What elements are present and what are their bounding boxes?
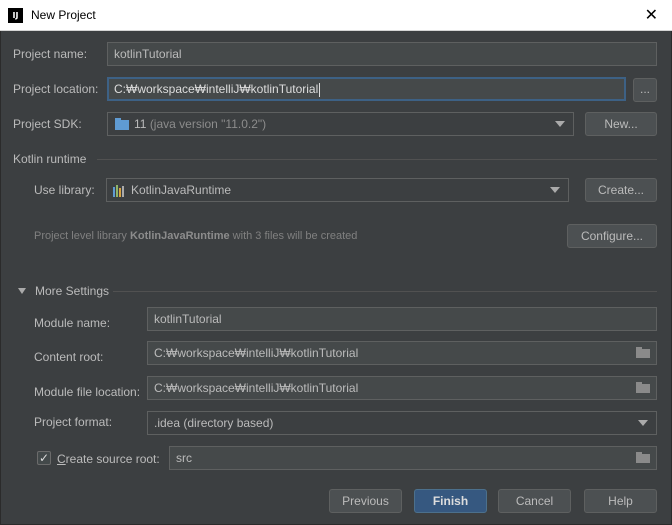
section-divider bbox=[97, 159, 657, 160]
create-source-root-checkbox[interactable]: ✓ bbox=[37, 451, 51, 465]
use-library-select[interactable]: KotlinJavaRuntime bbox=[106, 178, 569, 202]
module-name-input[interactable]: kotlinTutorial bbox=[147, 307, 657, 331]
project-location-label: Project location: bbox=[13, 82, 99, 96]
project-format-value: .idea (directory based) bbox=[154, 416, 274, 430]
intellij-app-icon: IJ bbox=[8, 8, 23, 23]
new-project-dialog: Project name: kotlinTutorial Project loc… bbox=[0, 31, 672, 525]
source-root-value: src bbox=[176, 451, 192, 465]
folder-icon[interactable] bbox=[636, 382, 650, 393]
library-info-text: Project level library KotlinJavaRuntime … bbox=[34, 230, 358, 242]
source-root-input[interactable]: src bbox=[169, 446, 657, 470]
project-sdk-select[interactable]: 11 (java version "11.0.2") bbox=[107, 112, 574, 136]
content-root-label: Content root: bbox=[34, 350, 104, 364]
library-value: KotlinJavaRuntime bbox=[131, 183, 232, 197]
content-root-input[interactable]: C:₩workspace₩intelliJ₩kotlinTutorial bbox=[147, 341, 657, 365]
chevron-down-icon bbox=[638, 420, 648, 426]
module-file-location-value: C:₩workspace₩intelliJ₩kotlinTutorial bbox=[154, 381, 359, 395]
project-format-label: Project format: bbox=[34, 415, 113, 429]
project-location-value: C:₩workspace₩intelliJ₩kotlinTutorial bbox=[114, 82, 319, 96]
more-settings-heading[interactable]: More Settings bbox=[35, 284, 109, 298]
configure-button[interactable]: Configure... bbox=[567, 224, 657, 248]
help-button[interactable]: Help bbox=[584, 489, 657, 513]
create-library-button[interactable]: Create... bbox=[585, 178, 657, 202]
project-sdk-label: Project SDK: bbox=[13, 117, 82, 131]
module-name-label: Module name: bbox=[34, 316, 111, 330]
text-caret bbox=[319, 82, 321, 97]
browse-location-button[interactable]: ... bbox=[633, 78, 657, 102]
project-format-select[interactable]: .idea (directory based) bbox=[147, 411, 657, 435]
project-name-input[interactable]: kotlinTutorial bbox=[107, 42, 657, 66]
kotlin-runtime-heading: Kotlin runtime bbox=[13, 152, 87, 166]
finish-button[interactable]: Finish bbox=[414, 489, 487, 513]
chevron-down-icon bbox=[550, 187, 560, 193]
folder-icon[interactable] bbox=[636, 347, 650, 358]
sdk-version: 11 bbox=[134, 117, 147, 131]
content-root-value: C:₩workspace₩intelliJ₩kotlinTutorial bbox=[154, 346, 359, 360]
sdk-detail: (java version "11.0.2") bbox=[149, 117, 267, 131]
library-icon bbox=[113, 185, 127, 197]
project-name-label: Project name: bbox=[13, 47, 88, 61]
window-titlebar: IJ New Project ✕ bbox=[0, 0, 672, 31]
module-file-location-input[interactable]: C:₩workspace₩intelliJ₩kotlinTutorial bbox=[147, 376, 657, 400]
window-title: New Project bbox=[31, 8, 96, 22]
section-divider bbox=[113, 291, 657, 292]
folder-icon[interactable] bbox=[636, 452, 650, 463]
sdk-folder-icon bbox=[115, 118, 129, 130]
create-source-root-label[interactable]: Create source root: bbox=[57, 452, 160, 466]
project-location-input[interactable]: C:₩workspace₩intelliJ₩kotlinTutorial bbox=[107, 77, 626, 101]
previous-button[interactable]: Previous bbox=[329, 489, 402, 513]
create-source-root-label-text: reate source root: bbox=[65, 452, 160, 466]
use-library-label: Use library: bbox=[34, 183, 95, 197]
close-icon[interactable]: ✕ bbox=[645, 5, 658, 24]
chevron-down-icon bbox=[555, 121, 565, 127]
expand-triangle-icon[interactable] bbox=[18, 288, 26, 294]
new-sdk-button[interactable]: New... bbox=[585, 112, 657, 136]
cancel-button[interactable]: Cancel bbox=[498, 489, 571, 513]
module-file-location-label: Module file location: bbox=[34, 385, 141, 399]
